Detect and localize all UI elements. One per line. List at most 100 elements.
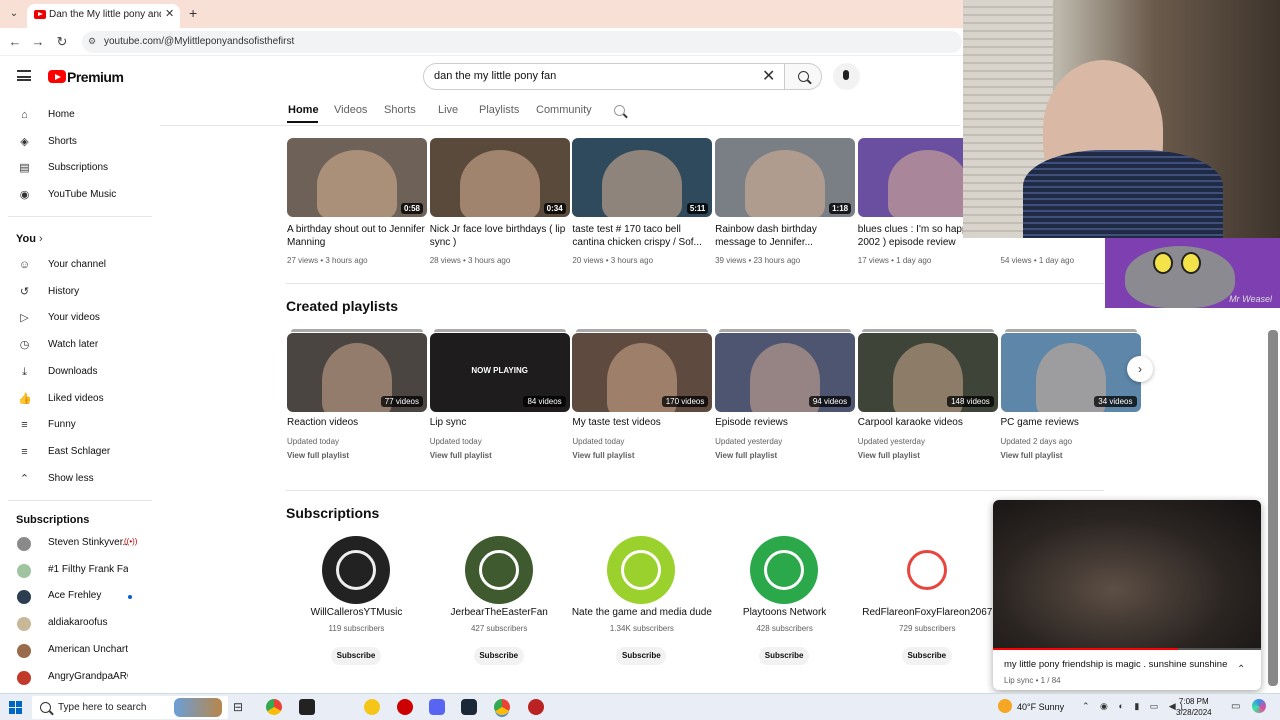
video-title[interactable]: A birthday shout out to Jennifer Manning xyxy=(287,223,425,249)
copilot-icon[interactable] xyxy=(1252,699,1266,713)
search-button[interactable] xyxy=(784,63,822,90)
chevron-up-icon[interactable]: ⌃ xyxy=(1237,664,1245,675)
tab-home[interactable]: Home xyxy=(288,104,319,116)
sidebar-subscription[interactable]: American Uncharte... xyxy=(0,638,152,664)
playlist-title[interactable]: Carpool karaoke videos xyxy=(858,417,963,428)
sidebar-subscription[interactable]: #1 Filthy Frank Fan!... xyxy=(0,558,152,584)
address-bar[interactable]: ⚙ youtube.com/@Mylittleponyandsofisthefi… xyxy=(82,31,962,53)
playlist-thumbnail[interactable]: 34 videos xyxy=(1000,333,1141,412)
app-icon[interactable] xyxy=(528,699,544,715)
playlist-title[interactable]: Episode reviews xyxy=(715,417,788,428)
search-highlight-icon[interactable] xyxy=(174,698,222,717)
channel-avatar[interactable] xyxy=(607,536,676,604)
subscribe-button[interactable]: Subscribe xyxy=(473,647,524,665)
tab-close-icon[interactable]: ✕ xyxy=(165,7,174,20)
sidebar-subscription[interactable]: AngryGrandpaARC... xyxy=(0,665,152,691)
system-tray-icons[interactable]: ⌃ ◉ ◐ ▮ ▭ ◀) xyxy=(1082,701,1187,712)
channel-name[interactable]: WillCallerosYTMusic xyxy=(285,607,428,618)
view-full-playlist-link[interactable]: View full playlist xyxy=(430,451,492,460)
logo-text[interactable]: Premium xyxy=(67,69,124,85)
weather-text[interactable]: 40°F Sunny xyxy=(1017,702,1064,712)
windows-start-icon[interactable] xyxy=(9,701,22,714)
sidebar-item-home[interactable]: ⌂ Home xyxy=(0,103,152,129)
channel-name[interactable]: RedFlareonFoxyFlareon2067 xyxy=(856,607,999,618)
recorder-icon[interactable] xyxy=(397,699,413,715)
taskbar-search-placeholder[interactable]: Type here to search xyxy=(58,702,146,713)
sidebar-item-shorts[interactable]: ◈ Shorts xyxy=(0,130,152,156)
miniplayer-video[interactable] xyxy=(993,500,1261,650)
forward-icon[interactable]: → xyxy=(30,34,46,49)
sidebar-item-youtube-music[interactable]: ◉ YouTube Music xyxy=(0,183,152,209)
channel-avatar[interactable] xyxy=(464,536,533,604)
playlist-title[interactable]: Lip sync xyxy=(430,417,467,428)
channel-avatar[interactable] xyxy=(322,536,390,604)
sidebar-item-history[interactable]: ↺ History xyxy=(0,280,152,306)
you-heading[interactable]: You xyxy=(16,233,36,245)
video-title[interactable]: taste test # 170 taco bell cantina chick… xyxy=(572,223,710,249)
channel-name[interactable]: Nate the game and media dude xyxy=(570,607,713,618)
subscribe-button[interactable]: Subscribe xyxy=(901,647,952,665)
subscribe-button[interactable]: Subscribe xyxy=(759,647,810,665)
tab-playlists[interactable]: Playlists xyxy=(479,104,519,116)
view-full-playlist-link[interactable]: View full playlist xyxy=(858,451,920,460)
video-title[interactable]: Rainbow dash birthday message to Jennife… xyxy=(715,223,853,249)
tab-shorts[interactable]: Shorts xyxy=(384,104,416,116)
playlist-thumbnail[interactable]: 77 videos xyxy=(287,333,427,412)
channel-name[interactable]: Playtoons Network xyxy=(713,607,856,618)
chrome-active-icon[interactable] xyxy=(494,699,510,715)
new-tab-icon[interactable]: + xyxy=(189,5,197,21)
chevron-right-icon[interactable]: › xyxy=(39,233,43,245)
next-arrow-icon[interactable]: › xyxy=(1127,356,1153,382)
miniplayer-progress[interactable] xyxy=(993,648,1261,650)
playlist-thumbnail[interactable]: 94 videos xyxy=(715,333,856,412)
channel-name[interactable]: JerbearTheEasterFan xyxy=(428,607,571,618)
video-thumbnail[interactable]: 5:11 xyxy=(572,138,713,217)
sidebar-item-show-less[interactable]: ⌃ Show less xyxy=(0,467,152,493)
notifications-icon[interactable]: ▭ xyxy=(1231,701,1240,712)
url-text[interactable]: youtube.com/@Mylittleponyandsofisthefirs… xyxy=(104,36,294,47)
subscribe-button[interactable]: Subscribe xyxy=(331,647,381,665)
sidebar-item-watch-later[interactable]: ◷ Watch later xyxy=(0,333,152,359)
view-full-playlist-link[interactable]: View full playlist xyxy=(287,451,349,460)
scrollbar[interactable] xyxy=(1268,330,1278,686)
taskbar-clock[interactable]: 7:08 PM 3/28/2024 xyxy=(1176,696,1212,718)
browser-tab[interactable]: Dan the My little pony and Sofia ✕ xyxy=(27,4,180,28)
hamburger-menu-icon[interactable] xyxy=(17,70,31,81)
video-thumbnail[interactable]: 0:34 xyxy=(429,138,570,217)
playlist-title[interactable]: My taste test videos xyxy=(572,417,660,428)
playlist-thumbnail[interactable]: 148 videos xyxy=(857,333,998,412)
taskbar-search-input[interactable]: Type here to search xyxy=(32,696,228,719)
sidebar-item-subscriptions[interactable]: ▤ Subscriptions xyxy=(0,156,152,182)
view-full-playlist-link[interactable]: View full playlist xyxy=(572,451,634,460)
miniplayer-title[interactable]: my little pony friendship is magic . sun… xyxy=(1004,659,1227,670)
clear-search-icon[interactable]: ✕ xyxy=(762,66,775,86)
channel-search-icon[interactable] xyxy=(614,105,625,116)
weather-icon[interactable] xyxy=(998,699,1012,713)
sidebar-item-east-schlager[interactable]: ≡ East Schlager xyxy=(0,440,152,466)
channel-avatar[interactable] xyxy=(750,536,819,604)
tab-live[interactable]: Live xyxy=(438,104,458,116)
video-title[interactable]: Nick Jr face love birthdays ( lip sync ) xyxy=(430,223,568,249)
sidebar-subscription[interactable]: Ace Frehley xyxy=(0,584,152,610)
tab-search-icon[interactable]: ⌄ xyxy=(6,6,22,22)
miniplayer[interactable]: my little pony friendship is magic . sun… xyxy=(993,500,1261,690)
chrome-icon[interactable] xyxy=(266,699,282,715)
site-info-icon[interactable]: ⚙ xyxy=(88,36,99,47)
view-full-playlist-link[interactable]: View full playlist xyxy=(715,451,777,460)
view-full-playlist-link[interactable]: View full playlist xyxy=(1001,451,1063,460)
discord-icon[interactable] xyxy=(429,699,445,715)
playlist-title[interactable]: Reaction videos xyxy=(287,417,358,428)
sidebar-item-liked-videos[interactable]: 👍 Liked videos xyxy=(0,387,152,413)
search-input[interactable]: dan the my little pony fan ✕ xyxy=(423,63,785,90)
playlist-thumbnail[interactable]: 170 videos xyxy=(572,333,713,412)
voice-search-button[interactable] xyxy=(833,63,860,90)
sidebar-subscription[interactable]: Steven Stinkyver... ((•)) xyxy=(0,531,152,557)
search-value[interactable]: dan the my little pony fan xyxy=(434,70,556,82)
sidebar-item-downloads[interactable]: ⤓ Downloads xyxy=(0,360,152,386)
sidebar-subscription[interactable]: aldiakaroofus xyxy=(0,611,152,637)
sidebar-item-your-channel[interactable]: ☺ Your channel xyxy=(0,253,152,279)
tab-videos[interactable]: Videos xyxy=(334,104,367,116)
task-view-icon[interactable]: ⊟ xyxy=(233,699,249,715)
sidebar-item-funny[interactable]: ≡ Funny xyxy=(0,413,152,439)
video-thumbnail[interactable]: 0:58 xyxy=(287,138,427,217)
